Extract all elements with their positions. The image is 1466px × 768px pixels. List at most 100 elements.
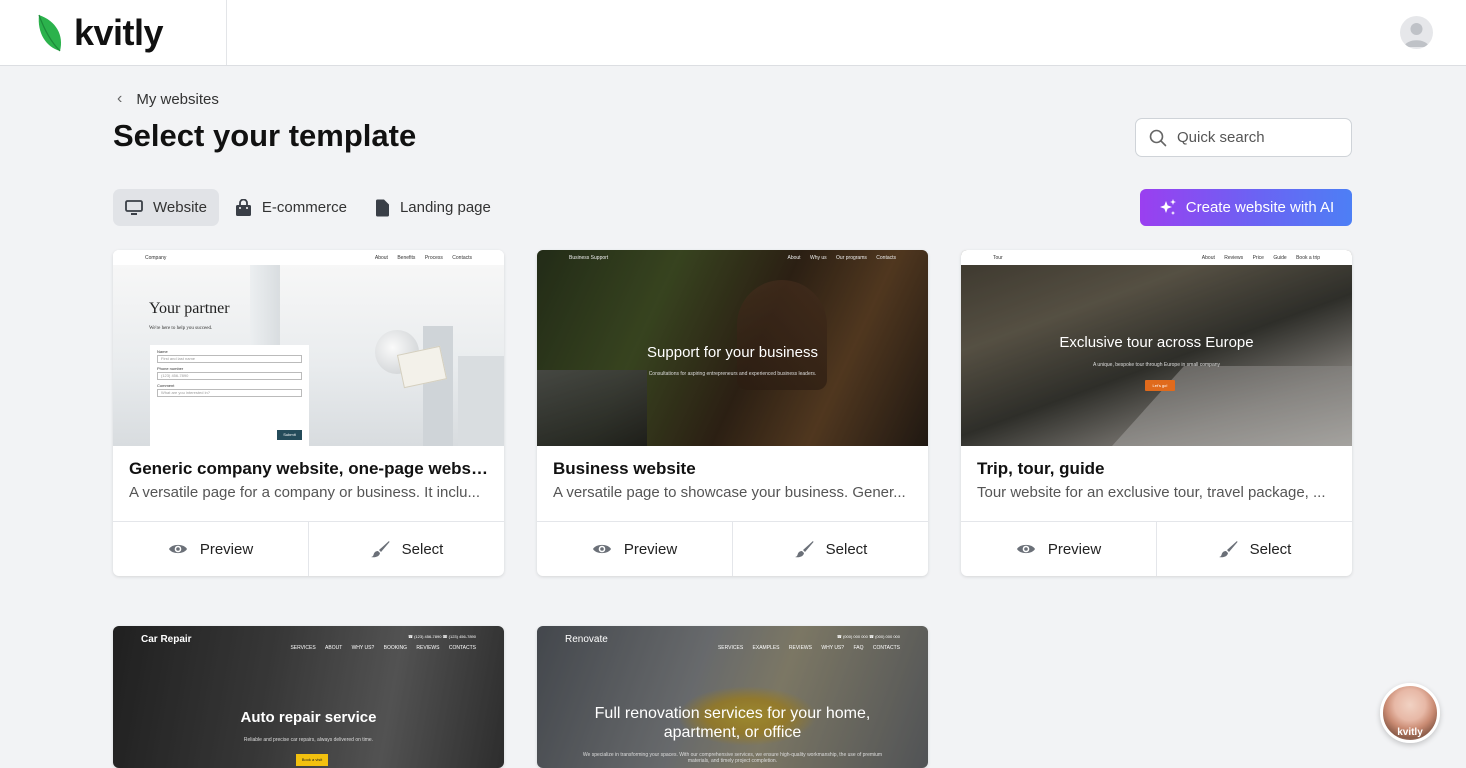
thumbnail-subtitle: We're here to help you succeed. (149, 326, 213, 331)
thumbnail-building (423, 326, 453, 446)
template-type-tabs: Website E-commerce Landing page (113, 189, 507, 226)
chevron-left-icon: ‹ (117, 90, 123, 107)
template-actions: Preview Select (961, 522, 1352, 576)
thumbnail-nav-link: Benefits (397, 254, 416, 261)
paintbrush-icon (370, 541, 390, 558)
leaf-logo-icon (38, 14, 62, 51)
eye-icon (592, 544, 611, 554)
thumbnail-headline: Support for your business (647, 344, 818, 361)
thumbnail-cta: Let's go! (1145, 380, 1175, 391)
select-label: Select (401, 540, 444, 558)
thumbnail-nav-link: Process (424, 254, 443, 261)
shopping-bag-icon (235, 198, 251, 216)
thumbnail-overlay (961, 265, 1352, 446)
monitor-icon (125, 199, 143, 215)
preview-label: Preview (623, 540, 678, 558)
select-button[interactable]: Select (1156, 522, 1352, 576)
template-info: Generic company website, one-page websit… (113, 446, 504, 522)
thumbnail-nav-link: Contacts (876, 254, 896, 261)
tab-website[interactable]: Website (113, 189, 219, 226)
tab-label: E-commerce (261, 199, 347, 216)
thumbnail-nav-link: Book a trip (1296, 254, 1320, 261)
template-description: Tour website for an exclusive tour, trav… (977, 484, 1326, 501)
template-description: A versatile page for a company or busine… (129, 484, 481, 501)
breadcrumb-label: My websites (136, 90, 219, 108)
form-label: Comment (157, 383, 175, 388)
thumbnail-nav-link: About (1201, 254, 1215, 261)
thumbnail-subtitle: Consultations for aspiring entrepreneurs… (648, 371, 817, 377)
template-name: Business website (553, 459, 696, 478)
breadcrumb-back[interactable]: ‹ My websites (117, 90, 219, 108)
thumbnail-brand: Company (145, 254, 167, 261)
template-actions: Preview Select (537, 522, 928, 576)
thumbnail-nav-link: WHY US? (351, 645, 375, 651)
paintbrush-icon (1218, 541, 1238, 558)
sparkles-icon (1159, 198, 1176, 215)
tab-label: Website (153, 199, 207, 216)
preview-label: Preview (199, 540, 254, 558)
preview-button[interactable]: Preview (113, 522, 308, 576)
thumbnail-nav-link: About (787, 254, 801, 261)
template-thumbnail[interactable]: Car Repair ☎ (123) 456-7890 ☎ (123) 456-… (113, 626, 504, 768)
form-field: First and last name (157, 355, 302, 363)
form-label: Phone number (157, 366, 184, 371)
tab-ecommerce[interactable]: E-commerce (223, 189, 359, 226)
template-thumbnail[interactable]: Company About Benefits Process Contacts … (113, 250, 504, 446)
thumbnail-nav-link: CONTACTS (448, 645, 476, 651)
thumbnail-nav-link: ABOUT (325, 645, 343, 651)
form-field: What are you interested in? (157, 389, 302, 397)
user-icon (1404, 23, 1429, 47)
thumbnail-nav-link: Our programs (836, 254, 867, 261)
preview-button[interactable]: Preview (537, 522, 732, 576)
template-thumbnail[interactable]: Business Support About Why us Our progra… (537, 250, 928, 446)
document-icon (375, 199, 389, 216)
thumbnail-brand: Car Repair (141, 634, 192, 645)
template-info: Trip, tour, guide Tour website for an ex… (961, 446, 1352, 522)
thumbnail-headline: Auto repair service (240, 709, 377, 726)
template-thumbnail[interactable]: Tour About Reviews Price Guide Book a tr… (961, 250, 1352, 446)
thumbnail-nav-link: About (374, 254, 388, 261)
template-thumbnail[interactable]: Renovate ☎ (000) 000 000 ☎ (000) 000 000… (537, 626, 928, 768)
thumbnail-subtitle: We specialize in transforming your space… (582, 752, 883, 764)
thumbnail-nav-link: CONTACTS (872, 645, 900, 651)
thumbnail-brand: Tour (993, 254, 1003, 261)
thumbnail-cta: Book a visit (296, 754, 328, 766)
thumbnail-nav: Renovate ☎ (000) 000 000 ☎ (000) 000 000… (537, 626, 928, 656)
preview-button[interactable]: Preview (961, 522, 1156, 576)
thumbnail-subtitle: Reliable and precise car repairs, always… (243, 737, 374, 743)
template-card: Business Support About Why us Our progra… (537, 250, 928, 576)
logo[interactable]: kvitly (0, 0, 227, 65)
thumbnail-brand: Business Support (569, 254, 609, 261)
thumbnail-nav-link: FAQ (853, 645, 864, 651)
tab-landing-page[interactable]: Landing page (363, 189, 503, 226)
eye-icon (1016, 544, 1035, 554)
thumbnail-headline: Your partner (149, 300, 230, 317)
thumbnail-phones: ☎ (123) 456-7890 ☎ (123) 456-7890 (407, 634, 476, 639)
search-input[interactable] (1177, 129, 1337, 146)
chat-assistant-avatar[interactable]: kvitly (1380, 683, 1440, 743)
thumbnail-nav-link: EXAMPLES (752, 645, 780, 651)
form-submit: Submit (277, 430, 302, 440)
select-button[interactable]: Select (308, 522, 504, 576)
eye-icon (168, 544, 187, 554)
thumbnail-nav-link: Price (1252, 254, 1264, 261)
form-label: Name (157, 349, 168, 354)
thumbnail-form: Name First and last name Phone number (1… (150, 345, 309, 446)
thumbnail-nav-link: Guide (1273, 254, 1287, 261)
thumbnail-headline: Exclusive tour across Europe (1059, 334, 1254, 351)
template-name: Trip, tour, guide (977, 459, 1105, 478)
search-box[interactable] (1135, 118, 1352, 157)
template-card: Company About Benefits Process Contacts … (113, 250, 504, 576)
tab-label: Landing page (399, 199, 491, 216)
thumbnail-nav-link: Reviews (1224, 254, 1244, 261)
select-button[interactable]: Select (732, 522, 928, 576)
logo-text: kvitly (74, 11, 164, 53)
template-card: Car Repair ☎ (123) 456-7890 ☎ (123) 456-… (113, 626, 504, 768)
thumbnail-nav: Car Repair ☎ (123) 456-7890 ☎ (123) 456-… (113, 626, 504, 656)
thumbnail-nav: Business Support About Why us Our progra… (537, 250, 928, 265)
search-icon (1149, 129, 1167, 146)
user-avatar[interactable] (1400, 16, 1433, 49)
thumbnail-nav-link: Contacts (452, 254, 472, 261)
preview-label: Preview (1047, 540, 1102, 558)
create-with-ai-button[interactable]: Create website with AI (1140, 189, 1352, 226)
